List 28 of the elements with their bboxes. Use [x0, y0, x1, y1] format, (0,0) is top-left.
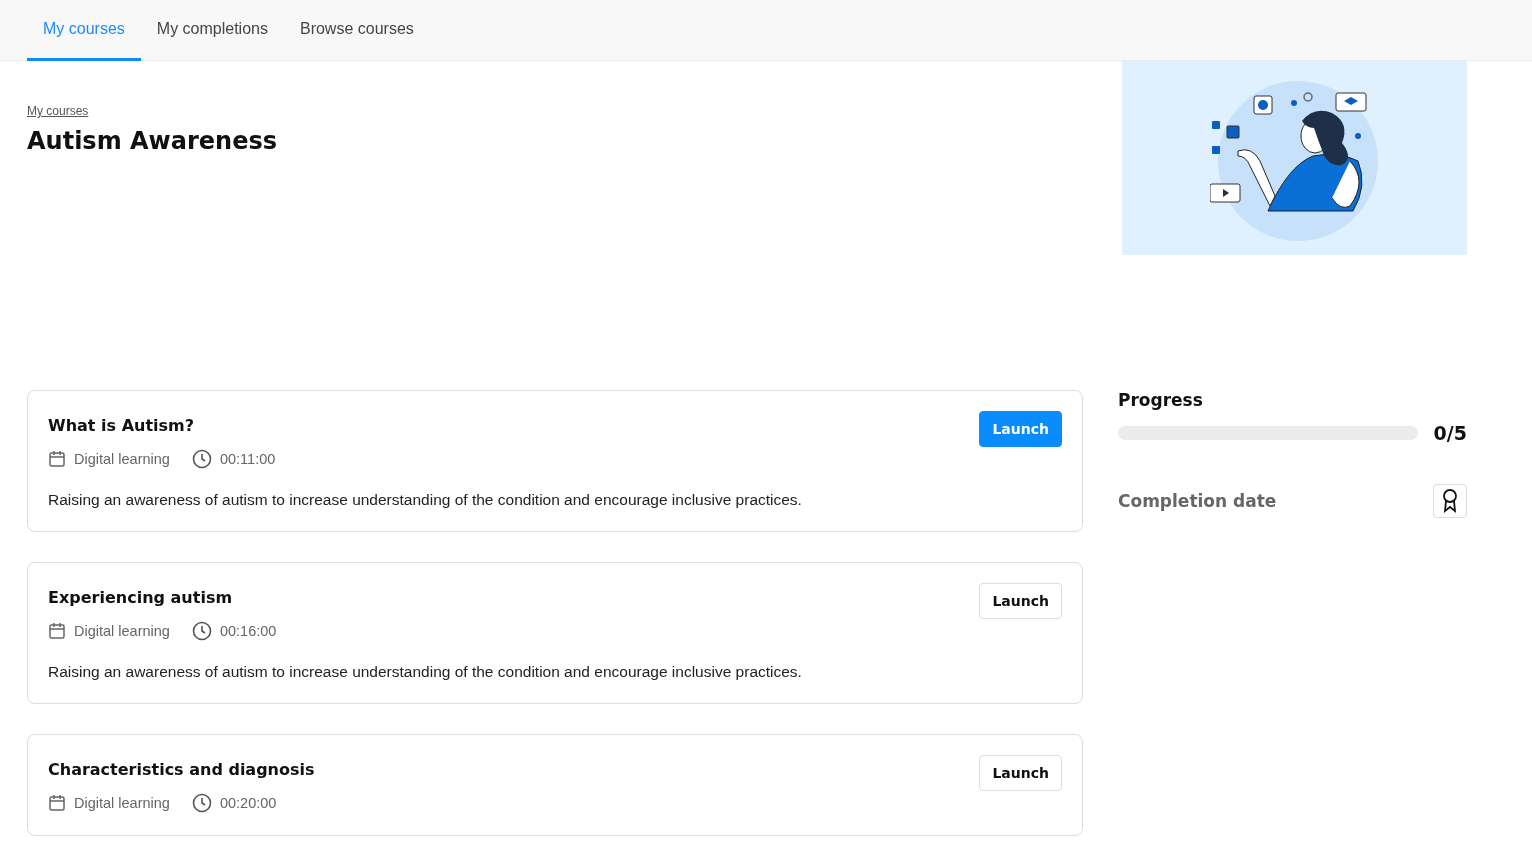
breadcrumb-link[interactable]: My courses: [27, 104, 89, 118]
nav-tab[interactable]: Browse courses: [283, 0, 430, 61]
course-title: Autism Awareness: [27, 127, 278, 155]
certificate-button[interactable]: [1433, 484, 1467, 518]
clock-icon: [191, 449, 212, 469]
module-title: Characteristics and diagnosis: [48, 760, 315, 779]
calendar-icon: [48, 794, 66, 812]
module-description: Raising an awareness of autism to increase understanding of the condition and encourage inclusive practices.: [48, 491, 803, 509]
progress-heading: Progress: [1118, 390, 1204, 410]
module-title: Experiencing autism: [48, 588, 234, 607]
award-ribbon-icon: [1442, 489, 1458, 513]
module-description: Raising an awareness of autism to increase understanding of the condition and encourage inclusive practices.: [48, 663, 803, 681]
calendar-icon: [48, 450, 66, 468]
module-type: Digital learning: [74, 795, 170, 811]
calendar-icon: [48, 622, 66, 640]
completion-date-heading: Completion date: [1118, 491, 1277, 511]
launch-button[interactable]: Launch: [979, 755, 1062, 791]
module-title: What is Autism?: [48, 416, 195, 435]
module-type: Digital learning: [74, 623, 170, 639]
module-duration: 00:16:00: [219, 623, 277, 639]
nav-tab[interactable]: My completions: [140, 0, 284, 61]
module-duration: 00:11:00: [219, 451, 276, 467]
clock-icon: [191, 621, 212, 641]
clock-icon: [191, 793, 212, 813]
progress-count: 0/5: [1433, 422, 1467, 444]
launch-button[interactable]: Launch: [979, 583, 1062, 619]
module-duration: 00:20:00: [219, 795, 277, 811]
module-type: Digital learning: [74, 451, 170, 467]
